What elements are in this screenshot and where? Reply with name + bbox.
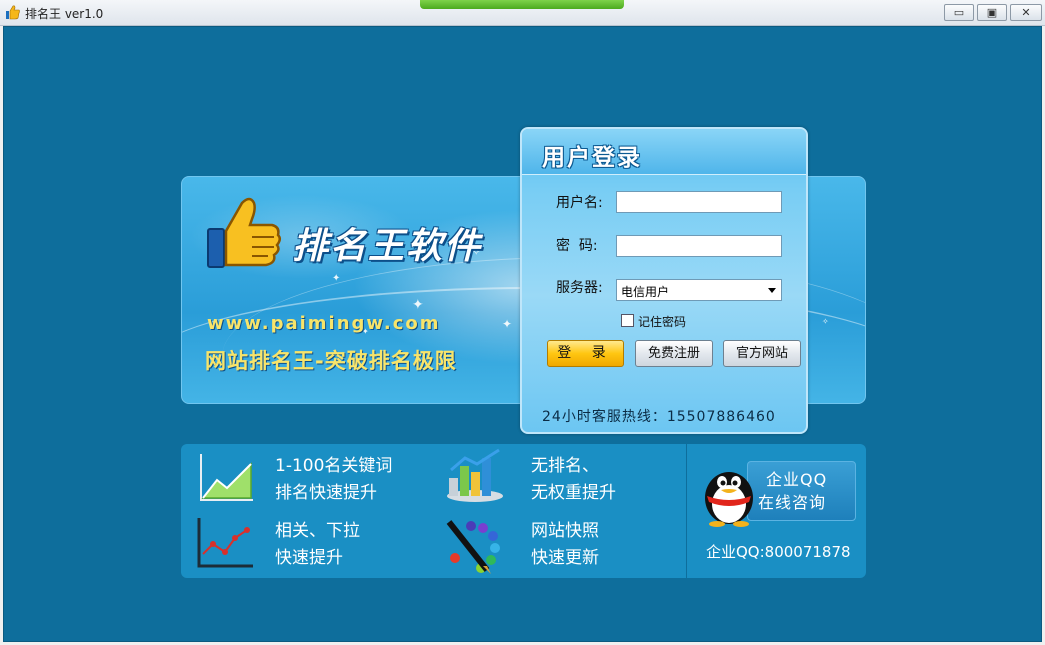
sparkle-icon: ✦ <box>332 273 341 284</box>
qq-consult-card[interactable]: 企业QQ 在线咨询 <box>699 458 856 527</box>
feature-item: 1-100名关键词 排名快速提升 <box>275 453 392 507</box>
sparkle-icon: ✧ <box>822 317 829 326</box>
qq-consult-text: 企业QQ 在线咨询 <box>758 468 827 514</box>
username-label: 用户名: <box>556 195 603 211</box>
minimize-button[interactable]: ▭ <box>944 4 974 21</box>
brand-url: www.paimingw.com <box>207 313 441 334</box>
maximize-button[interactable]: ▣ <box>977 4 1007 21</box>
register-button[interactable]: 免费注册 <box>635 340 713 367</box>
remember-password-checkbox[interactable] <box>621 314 634 327</box>
feature-item: 网站快照 快速更新 <box>531 518 599 572</box>
login-title: 用户登录 <box>542 145 642 171</box>
feature-line: 网站快照 <box>531 521 599 541</box>
server-select-value: 电信用户 <box>621 285 670 299</box>
feature-line: 1-100名关键词 <box>275 456 393 476</box>
qq-penguin-icon <box>705 472 753 527</box>
qq-card-line: 企业QQ <box>766 470 828 489</box>
features-panel: 1-100名关键词 排名快速提升 无排名、 无权重提升 相关、下拉 快速提升 网… <box>181 444 866 578</box>
server-label: 服务器: <box>556 280 603 296</box>
qq-consult-box[interactable]: 企业QQ 在线咨询 <box>747 461 856 521</box>
server-select[interactable]: 电信用户 <box>616 279 782 301</box>
login-header: 用户登录 <box>522 129 806 175</box>
remember-password-label[interactable]: 记住密码 <box>638 313 686 330</box>
title-bar[interactable]: 排名王 ver1.0 ▭ ▣ ✕ <box>0 0 1045 26</box>
minimize-icon: ▭ <box>953 6 965 19</box>
window-title: 排名王 ver1.0 <box>25 7 104 21</box>
password-label: 密 码: <box>556 238 598 254</box>
thumbs-up-icon <box>207 197 281 268</box>
support-hotline: 24小时客服热线：15507886460 <box>542 409 776 425</box>
close-button[interactable]: ✕ <box>1010 4 1042 21</box>
sparkle-icon: ✦ <box>502 317 513 331</box>
password-input[interactable] <box>616 235 782 257</box>
chevron-down-icon <box>768 288 776 293</box>
login-button[interactable]: 登 录 <box>547 340 624 367</box>
feature-line: 排名快速提升 <box>275 483 377 503</box>
feature-line: 快速更新 <box>531 548 599 568</box>
feature-item: 相关、下拉 快速提升 <box>275 518 360 572</box>
official-website-button[interactable]: 官方网站 <box>723 340 801 367</box>
sparkle-icon: ✦ <box>412 297 424 313</box>
line-chart-icon <box>197 518 253 568</box>
bar-chart-icon <box>447 448 503 502</box>
window-client-area: ✦ ✦ ✧ ✦ ✦ ✦ ✧ 排名王软件 www.paimingw.com 网站排… <box>3 26 1042 642</box>
feature-line: 无排名、 <box>531 456 599 476</box>
brand-slogan: 网站排名王-突破排名极限 <box>205 349 457 373</box>
pen-palette-icon <box>446 520 500 574</box>
title-accent-strip <box>420 0 624 9</box>
qq-card-line: 在线咨询 <box>758 493 827 512</box>
features-divider <box>686 444 687 578</box>
brand-name: 排名王软件 <box>292 226 483 267</box>
feature-item: 无排名、 无权重提升 <box>531 453 616 507</box>
login-panel: 用户登录 用户名: 密 码: 服务器: 电信用户 记住密码 登 录 免费注册 官… <box>520 127 808 434</box>
maximize-icon: ▣ <box>986 6 998 19</box>
qq-number: 企业QQ:800071878 <box>706 543 851 561</box>
feature-line: 无权重提升 <box>531 483 616 503</box>
feature-line: 快速提升 <box>275 548 343 568</box>
username-input[interactable] <box>616 191 782 213</box>
feature-line: 相关、下拉 <box>275 521 360 541</box>
growth-chart-icon <box>200 454 253 501</box>
close-icon: ✕ <box>1021 6 1031 19</box>
thumbs-up-icon <box>6 5 20 20</box>
